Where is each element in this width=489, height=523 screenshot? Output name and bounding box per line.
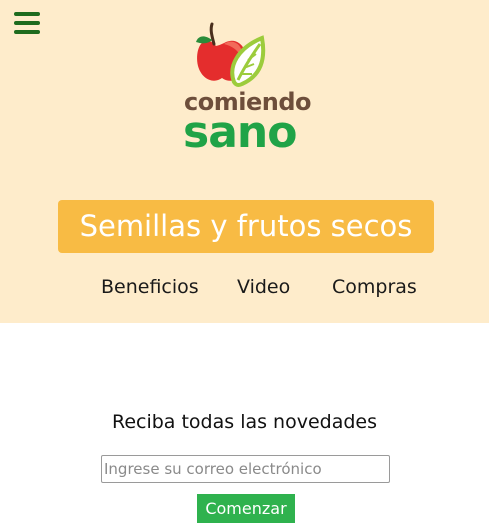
start-button[interactable]: Comenzar — [197, 494, 295, 523]
hamburger-menu-icon[interactable] — [14, 12, 40, 34]
email-field[interactable] — [101, 455, 390, 483]
nav-link-video[interactable]: Video — [237, 276, 290, 298]
nav-link-beneficios[interactable]: Beneficios — [101, 276, 199, 298]
newsletter-title: Reciba todas las novedades — [111, 411, 378, 433]
main-nav: Beneficios Video Compras — [0, 276, 489, 302]
site-header: comiendo sano Semillas y frutos secos Be… — [0, 0, 489, 323]
logo-text-sano: sano — [183, 107, 297, 158]
nav-link-compras[interactable]: Compras — [332, 276, 417, 298]
category-banner[interactable]: Semillas y frutos secos — [58, 200, 434, 253]
